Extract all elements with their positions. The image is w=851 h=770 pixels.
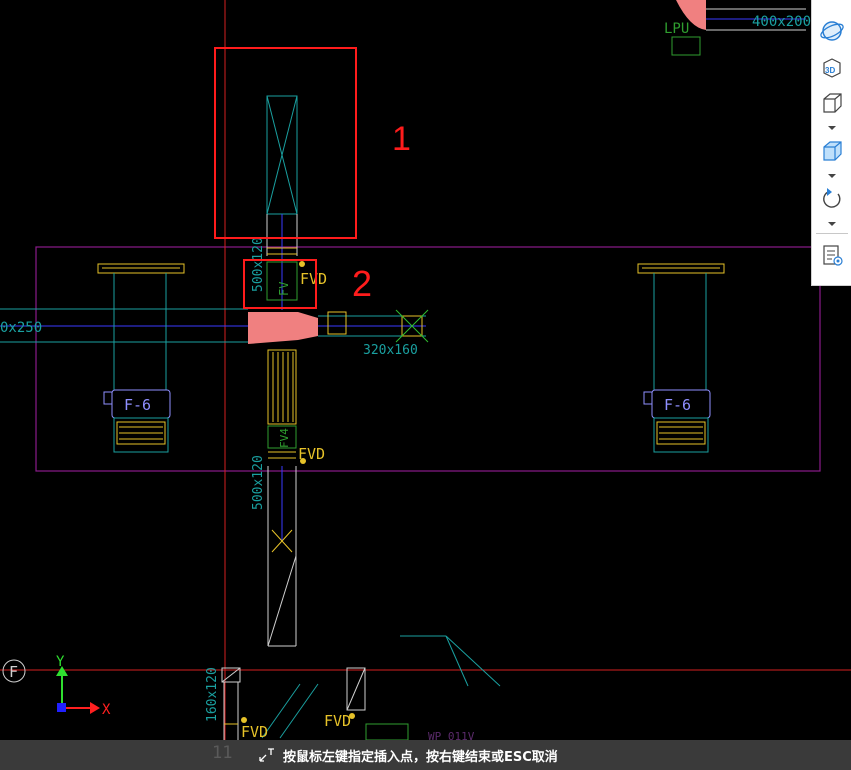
fvd-2-label: FVD: [298, 445, 325, 463]
fvd-1-label: FVD: [300, 270, 327, 288]
caret-down-icon: [828, 222, 836, 226]
orbit-button[interactable]: [816, 16, 848, 46]
shading-dropdown[interactable]: [816, 172, 848, 180]
properties-icon: [823, 245, 843, 266]
rotate-icon: [823, 188, 841, 208]
svg-text:3D: 3D: [825, 66, 835, 75]
diag-line-2: [445, 635, 501, 687]
command-prompt-text: 按鼠标左键指定插入点，按右键结束或ESC取消: [283, 750, 558, 765]
command-prompt-icon: [259, 748, 274, 762]
room-boundary: [35, 246, 821, 472]
3d-view-button[interactable]: 3D: [816, 52, 848, 82]
layer-number: 11: [212, 743, 233, 763]
properties-button[interactable]: [816, 240, 848, 270]
duct-bottom-mid-diag: [346, 667, 366, 711]
toolbar-divider: [816, 233, 848, 234]
unit-left-tab: [103, 391, 113, 405]
wireframe-cube-icon: [823, 93, 842, 113]
duct-small-label: 320x160: [363, 343, 418, 358]
shaded-cube-icon: [823, 141, 842, 161]
rotate-button[interactable]: [816, 184, 848, 214]
annotation-number-1: 1: [392, 120, 411, 158]
cad-drawing-canvas[interactable]: 400x200 LPU 0x250 500x120 FV FVD 320x160…: [0, 0, 851, 770]
unit-right-tab: [643, 391, 653, 405]
pink-transition-fitting[interactable]: [248, 312, 318, 344]
fvd-4-label: FVD: [324, 712, 351, 730]
bottom-green-box: [365, 723, 409, 741]
fv-lower-label: FV4: [278, 428, 291, 448]
caret-down-icon: [828, 126, 836, 130]
unit-left-label: F-6: [124, 396, 151, 414]
fvd-1-dot: [299, 261, 305, 267]
duct-left-label: 0x250: [0, 320, 42, 336]
view-toolbar: 3D: [811, 0, 851, 286]
silencer-box: [267, 349, 297, 425]
ucs-x-label: X: [102, 702, 111, 718]
ucs-origin: [57, 703, 66, 712]
lpu-box: [671, 36, 701, 56]
unit-right-label: F-6: [664, 396, 691, 414]
command-prompt-bar: 11 按鼠标左键指定插入点，按右键结束或ESC取消: [0, 740, 851, 770]
annotation-number-2: 2: [352, 263, 372, 304]
lpu-label: LPU: [664, 21, 689, 37]
diag-line-5: [279, 683, 319, 739]
orbit-icon: [820, 21, 844, 41]
caret-down-icon: [828, 174, 836, 178]
fvd-3-label: FVD: [241, 723, 268, 741]
unit-right-frame: [653, 417, 709, 453]
rotate-dropdown[interactable]: [816, 220, 848, 228]
duct-upper-label: 500x120: [251, 237, 266, 292]
duct-lower-label: 500x120: [251, 455, 266, 510]
unit-left-frame: [113, 417, 169, 453]
3d-view-icon: 3D: [823, 58, 841, 78]
wireframe-view-button[interactable]: [816, 88, 848, 118]
ucs-y-label: Y: [56, 654, 65, 670]
ucs-x-arrow: [90, 702, 100, 714]
fv-upper-label: FV: [277, 282, 291, 296]
duct-top-right-label: 400x200: [752, 14, 811, 30]
view-mode-dropdown[interactable]: [816, 124, 848, 132]
duct-bottom-left-label: 160x120: [205, 667, 220, 722]
shaded-view-button[interactable]: [816, 136, 848, 166]
diag-line-3: [445, 635, 469, 687]
grid-label: F: [9, 663, 18, 681]
branch-damper: [327, 311, 347, 335]
duct-lower-diag: [267, 555, 297, 647]
